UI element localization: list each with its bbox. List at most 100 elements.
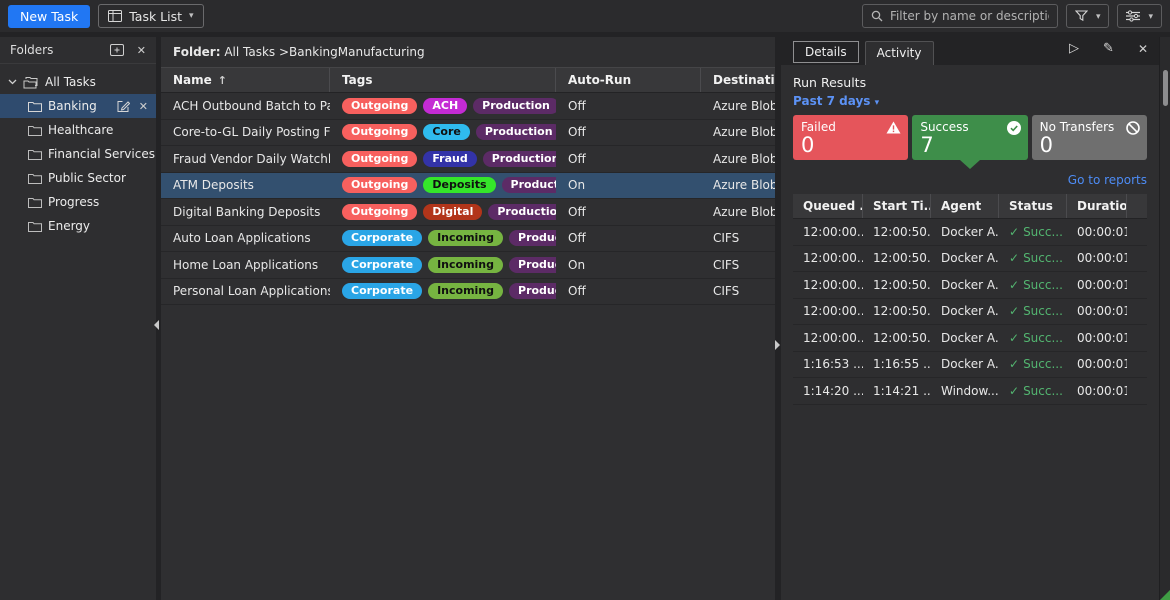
collapse-sidebar-handle[interactable] [154,320,159,330]
blocked-icon [1126,121,1140,135]
chevron-down-icon: ▾ [875,98,880,108]
task-name: Home Loan Applications [161,258,330,272]
activity-row[interactable]: 1:14:20 ... 1:14:21 ... Window... ✓Succ.… [793,378,1147,405]
no-transfers-label: No Transfers [1040,120,1139,134]
vertical-scrollbar[interactable] [1159,37,1170,600]
table-row[interactable]: Core-to-GL Daily Posting File ... Outgoi… [161,120,775,147]
start-time: 12:00:50... [863,331,931,345]
go-to-reports-link[interactable]: Go to reports [793,173,1147,188]
activity-row[interactable]: 1:16:53 ... 1:16:55 ... Docker A... ✓Suc… [793,352,1147,379]
task-auto-run: Off [556,99,701,113]
activity-row[interactable]: 12:00:00... 12:00:50... Docker A... ✓Suc… [793,246,1147,273]
duration: 00:00:01 [1067,331,1127,345]
run-task-icon[interactable]: ▷ [1069,41,1079,56]
task-table-panel: Folder: All Tasks >BankingManufacturing … [161,37,775,600]
task-name: Personal Loan Applications [161,284,330,298]
edit-folder-icon[interactable] [117,100,130,113]
column-header-tags[interactable]: Tags [330,68,556,92]
task-name: Fraud Vendor Daily Watchlist [161,152,330,166]
task-auto-run: Off [556,231,701,245]
tab-details[interactable]: Details [793,41,859,63]
column-header-status[interactable]: Status [999,194,1067,218]
tag-pill: Production [509,230,556,246]
check-icon: ✓ [1009,225,1019,239]
table-row[interactable]: ACH Outbound Batch to Pay... Outgoing AC… [161,93,775,120]
success-card[interactable]: Success 7 [912,115,1027,160]
sidebar-item-energy[interactable]: Energy [0,214,156,238]
expand-main-handle[interactable] [775,340,780,350]
filter-search-box[interactable] [862,4,1058,28]
no-transfers-count: 0 [1040,134,1139,156]
filter-input[interactable] [890,9,1049,23]
sidebar-item-financial-services[interactable]: Financial Services [0,142,156,166]
duration: 00:00:01 [1067,384,1127,398]
tab-activity[interactable]: Activity [865,41,934,65]
success-label: Success [920,120,1019,134]
task-name: Auto Loan Applications [161,231,330,245]
activity-row[interactable]: 12:00:00... 12:00:50... Docker A... ✓Suc… [793,219,1147,246]
task-destination: Azure Blob S [701,152,775,166]
filter-menu-button[interactable]: ▾ [1066,4,1110,28]
date-range-selector[interactable]: Past 7 days ▾ [793,94,1147,108]
table-row[interactable]: Home Loan Applications Corporate Incomin… [161,252,775,279]
close-panel-icon[interactable]: ✕ [137,44,146,57]
sidebar-item-progress[interactable]: Progress [0,190,156,214]
scrollbar-thumb[interactable] [1163,70,1168,106]
task-name: ATM Deposits [161,178,330,192]
tag-pill: Corporate [342,230,422,246]
column-header-name[interactable]: Name↑ [161,68,330,92]
new-task-button[interactable]: New Task [8,5,90,28]
activity-row[interactable]: 12:00:00... 12:00:50... Docker A... ✓Suc… [793,299,1147,326]
sidebar-item-banking[interactable]: Banking ✕ [0,94,156,118]
tag-pill: Outgoing [342,151,417,167]
queued-time: 1:16:53 ... [793,357,863,371]
task-auto-run: Off [556,205,701,219]
sidebar-item-healthcare[interactable]: Healthcare [0,118,156,142]
chevron-down-icon: ▾ [189,11,194,21]
add-folder-icon[interactable] [110,44,124,56]
panel-tabs: Details Activity ▷ ✎ ✕ [781,37,1170,65]
table-row[interactable]: Fraud Vendor Daily Watchlist Outgoing Fr… [161,146,775,173]
check-icon: ✓ [1009,278,1019,292]
agent: Docker A... [931,225,999,239]
sidebar-item-all-tasks[interactable]: All Tasks [0,70,156,94]
column-header-auto-run[interactable]: Auto-Run [556,68,701,92]
table-row[interactable]: Digital Banking Deposits Outgoing Digita… [161,199,775,226]
status: ✓Succ... [999,225,1067,239]
column-header-duration[interactable]: Duration [1067,194,1127,218]
column-header-queued[interactable]: Queued ... [793,194,863,218]
table-row[interactable]: Auto Loan Applications Corporate Incomin… [161,226,775,253]
tag-pill: Corporate [342,283,422,299]
task-list-view-button[interactable]: Task List ▾ [98,4,203,28]
task-auto-run: On [556,258,701,272]
check-icon: ✓ [1009,357,1019,371]
search-icon [871,10,883,22]
task-auto-run: Off [556,284,701,298]
task-destination: Azure Blob S [701,205,775,219]
agent: Docker A... [931,331,999,345]
column-header-destination[interactable]: Destination T [701,68,775,92]
task-name: Digital Banking Deposits [161,205,330,219]
task-destination: Azure Blob S [701,178,775,192]
column-header-start[interactable]: Start Ti... [863,194,931,218]
duration: 00:00:01 [1067,278,1127,292]
column-header-agent[interactable]: Agent [931,194,999,218]
failed-card[interactable]: Failed 0 [793,115,908,160]
task-tags: Outgoing ACH Production ... [330,98,556,114]
table-row[interactable]: Personal Loan Applications Corporate Inc… [161,279,775,306]
status: ✓Succ... [999,357,1067,371]
task-table-header: Name↑ Tags Auto-Run Destination T [161,67,775,93]
sidebar-item-public-sector[interactable]: Public Sector [0,166,156,190]
folder-label: Progress [48,195,99,209]
task-table-body: ACH Outbound Batch to Pay... Outgoing AC… [161,93,775,305]
view-options-button[interactable]: ▾ [1117,4,1162,28]
queued-time: 12:00:00... [793,251,863,265]
table-row[interactable]: ATM Deposits Outgoing Deposits Productio… [161,173,775,200]
activity-row[interactable]: 12:00:00... 12:00:50... Docker A... ✓Suc… [793,272,1147,299]
no-transfers-card[interactable]: No Transfers 0 [1032,115,1147,160]
run-results-title: Run Results [793,75,1147,90]
remove-folder-icon[interactable]: ✕ [139,100,148,113]
edit-task-icon[interactable]: ✎ [1103,41,1114,56]
close-panel-icon[interactable]: ✕ [1138,42,1148,56]
activity-row[interactable]: 12:00:00... 12:00:50... Docker A... ✓Suc… [793,325,1147,352]
